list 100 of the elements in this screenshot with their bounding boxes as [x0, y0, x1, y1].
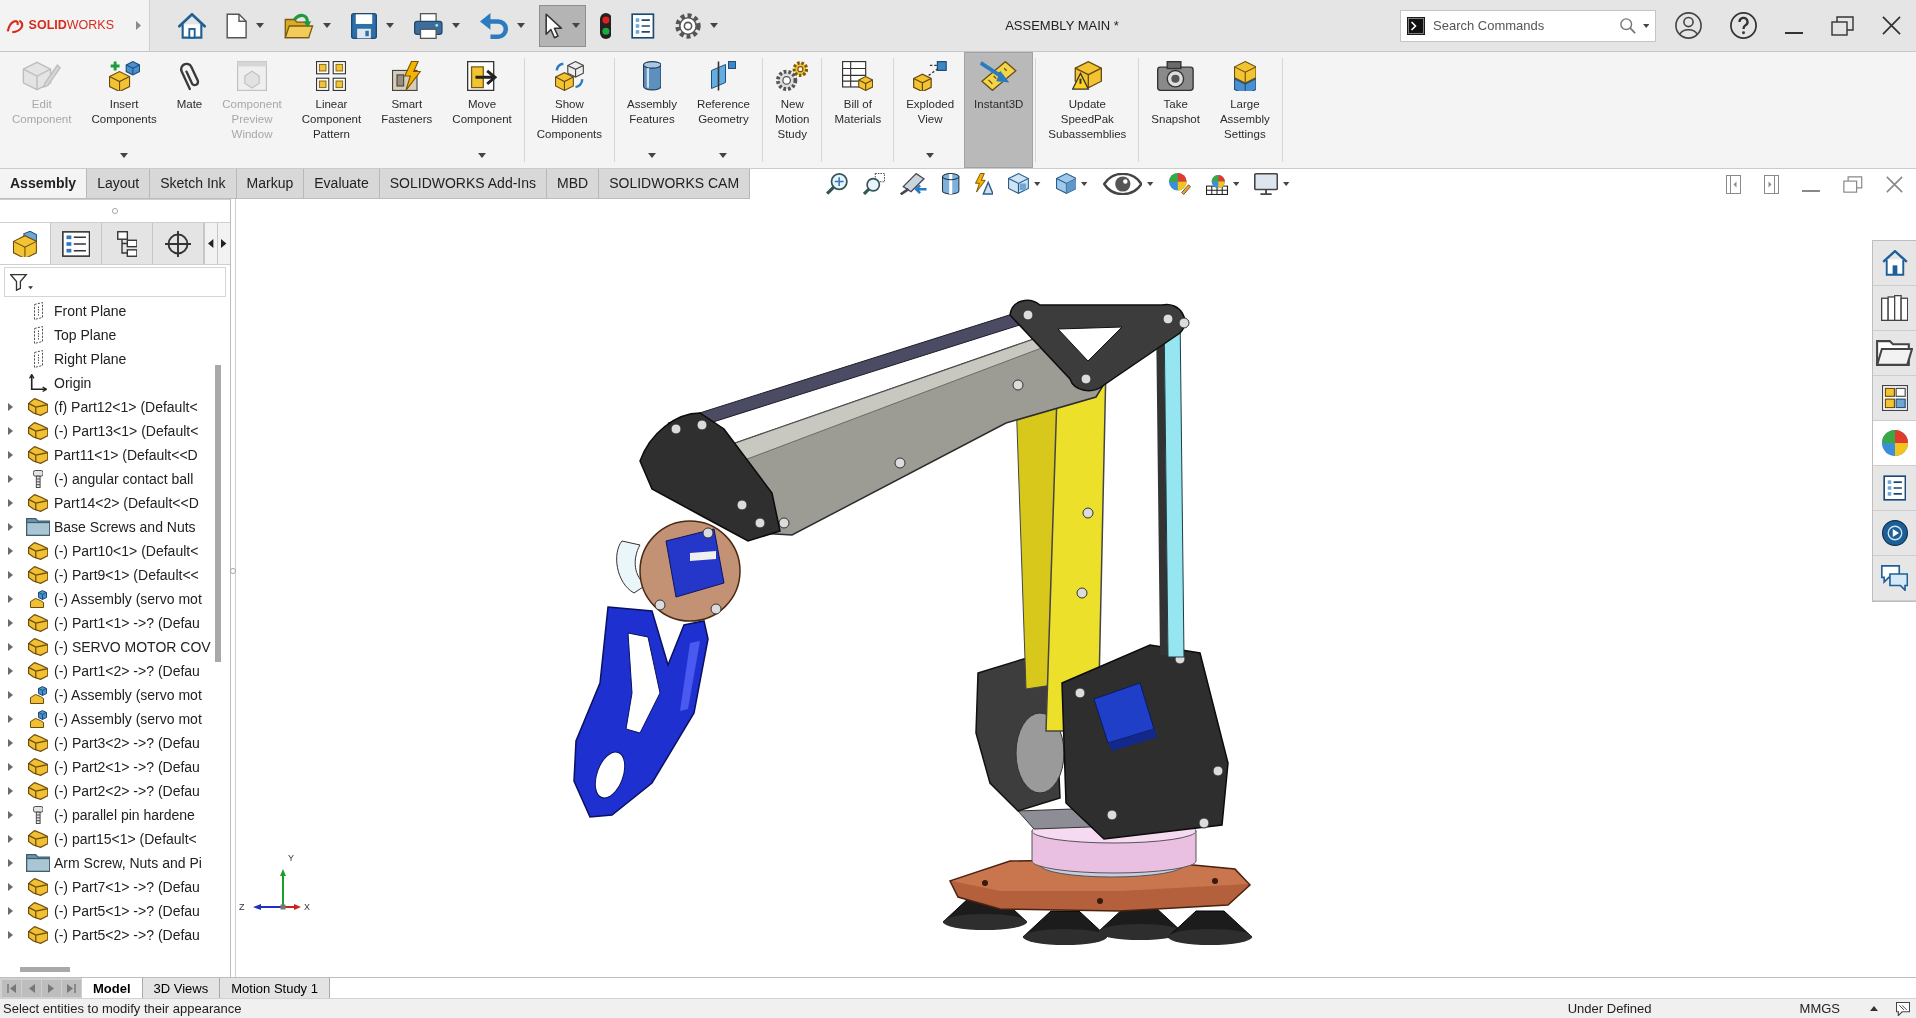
instant3d-button[interactable]: Instant3D	[964, 52, 1034, 168]
smart-fasteners-button[interactable]: Smart Fasteners	[371, 52, 443, 168]
tree-item[interactable]: (-) Assembly (servo mot	[54, 708, 202, 730]
scene-ball-button[interactable]	[1205, 173, 1240, 195]
motion-study-button[interactable]: New Motion Study	[764, 52, 820, 168]
expand-arrow-icon[interactable]	[8, 859, 13, 867]
expand-arrow-icon[interactable]	[8, 739, 13, 747]
linear-pattern-button[interactable]: Linear Component Pattern	[291, 52, 372, 168]
color-ball-pencil-button[interactable]	[1168, 173, 1191, 195]
caret-up-icon[interactable]	[1870, 1006, 1878, 1011]
expand-arrow-icon[interactable]	[8, 643, 13, 651]
tree-item[interactable]: (-) angular contact ball	[54, 468, 194, 490]
tree-item[interactable]: (-) Assembly (servo mot	[54, 684, 202, 706]
splitter-handle-icon[interactable]	[230, 568, 236, 574]
restore-icon[interactable]	[1843, 175, 1863, 193]
tree-item[interactable]: (-) Part7<1> ->? (Defau	[54, 876, 200, 898]
expand-arrow-icon[interactable]	[8, 883, 13, 891]
minimize-icon[interactable]	[1785, 31, 1803, 34]
telescope-arrow-button[interactable]	[900, 173, 928, 195]
mate-button[interactable]: Mate	[166, 52, 213, 168]
menu-arrow-icon[interactable]	[136, 21, 141, 30]
tree-item[interactable]: (-) Part1<2> ->? (Defau	[54, 660, 200, 682]
show-hidden-button[interactable]: Show Hidden Components	[526, 52, 613, 168]
tree-item[interactable]: (-) parallel pin hardene	[54, 804, 195, 826]
expand-arrow-icon[interactable]	[8, 427, 13, 435]
tree-item[interactable]: (-) Part10<1> (Default<	[54, 540, 199, 562]
expand-arrow-icon[interactable]	[8, 475, 13, 483]
reference-geometry-button[interactable]: Reference Geometry	[686, 52, 760, 168]
tree-item[interactable]: Part14<2> (Default<<D	[54, 492, 199, 514]
appearances-tab[interactable]	[1873, 421, 1916, 466]
view-cube-button[interactable]	[1008, 173, 1041, 195]
expand-arrow-icon[interactable]	[8, 571, 13, 579]
snapshot-button[interactable]: Take Snapshot	[1141, 52, 1210, 168]
tree-item[interactable]: (-) Assembly (servo mot	[54, 588, 202, 610]
expand-arrow-icon[interactable]	[8, 547, 13, 555]
large-assembly-button[interactable]: Large Assembly Settings	[1209, 52, 1280, 168]
tree-item[interactable]: Origin	[54, 372, 92, 394]
expand-arrow-icon[interactable]	[8, 811, 13, 819]
filter-field[interactable]	[4, 267, 226, 297]
move-component-button[interactable]: Move Component	[442, 52, 522, 168]
expand-arrow-icon[interactable]	[8, 451, 13, 459]
expand-arrow-icon[interactable]	[8, 763, 13, 771]
expand-arrow-icon[interactable]	[8, 691, 13, 699]
tree-item[interactable]: (-) Part5<1> ->? (Defau	[54, 900, 200, 922]
search-field[interactable]: Search Commands	[1400, 9, 1656, 42]
section-view-button[interactable]	[942, 173, 960, 195]
speech-bubble-icon[interactable]	[1896, 1001, 1910, 1016]
zoom-fit-button[interactable]	[826, 173, 849, 195]
monitor-button[interactable]	[1254, 173, 1290, 195]
tree-item[interactable]: (-) Part9<1> (Default<<	[54, 564, 199, 586]
expand-arrow-icon[interactable]	[8, 835, 13, 843]
user-icon[interactable]	[1675, 12, 1702, 39]
feature-manager-tab[interactable]	[0, 223, 51, 264]
expand-arrow-icon[interactable]	[8, 523, 13, 531]
tree-item[interactable]: Right Plane	[54, 348, 127, 370]
expand-arrow-icon[interactable]	[8, 403, 13, 411]
tree-item[interactable]: (-) Part3<2> ->? (Defau	[54, 732, 200, 754]
tree-item[interactable]: (-) part15<1> (Default<	[54, 828, 197, 850]
tree-item[interactable]: (-) Part2<1> ->? (Defau	[54, 756, 200, 778]
close-icon[interactable]	[1882, 16, 1901, 35]
expand-arrow-icon[interactable]	[8, 715, 13, 723]
tile-right-icon[interactable]	[1764, 174, 1780, 194]
assembly-features-button[interactable]: Assembly Features	[617, 52, 687, 168]
shaded-cube-button[interactable]	[1055, 173, 1088, 195]
tree-item[interactable]: Top Plane	[54, 324, 117, 346]
exploded-view-button[interactable]: Exploded View	[896, 52, 965, 168]
expand-arrow-icon[interactable]	[8, 619, 13, 627]
eye-button[interactable]	[1102, 173, 1154, 195]
tree-item[interactable]: (-) Part5<2> ->? (Defau	[54, 924, 200, 946]
tree-item[interactable]: Base Screws and Nuts	[54, 516, 196, 538]
search-icon[interactable]	[1620, 17, 1636, 34]
expand-arrow-icon[interactable]	[8, 931, 13, 939]
restore-icon[interactable]	[1831, 15, 1854, 36]
help-icon[interactable]	[1730, 12, 1757, 39]
expand-arrow-icon[interactable]	[8, 907, 13, 915]
scrollbar-thumb[interactable]	[215, 365, 221, 662]
tree-item[interactable]: Arm Screw, Nuts and Pi	[54, 852, 202, 874]
tree-item[interactable]: Part11<1> (Default<<D	[54, 444, 198, 466]
command-tab[interactable]: Assembly	[0, 169, 88, 198]
expand-arrow-icon[interactable]	[8, 787, 13, 795]
scroll-left-button[interactable]	[204, 223, 217, 264]
zoom-area-button[interactable]	[863, 173, 886, 195]
tree-item[interactable]: (-) Part2<2> ->? (Defau	[54, 780, 200, 802]
select-button[interactable]	[538, 4, 586, 47]
tile-left-icon[interactable]	[1726, 174, 1742, 194]
tree-item[interactable]: (f) Part12<1> (Default<	[54, 396, 198, 418]
caret-icon[interactable]	[1642, 23, 1649, 28]
tree-item[interactable]: Front Plane	[54, 300, 127, 322]
expand-arrow-icon[interactable]	[8, 595, 13, 603]
bill-of-materials-button[interactable]: Bill of Materials	[824, 52, 892, 168]
lightning-button[interactable]	[974, 173, 994, 195]
expand-arrow-icon[interactable]	[8, 499, 13, 507]
scroll-right-button[interactable]	[217, 223, 230, 264]
speedpak-button[interactable]: Update SpeedPak Subassemblies	[1038, 52, 1137, 168]
tree-item[interactable]: (-) Part1<1> ->? (Defau	[54, 612, 200, 634]
bottom-tab[interactable]: 3D Views	[142, 978, 221, 998]
bottom-tab[interactable]: Motion Study 1	[220, 978, 330, 998]
tree-item[interactable]: (-) Part13<1> (Default<	[54, 420, 199, 442]
expand-arrow-icon[interactable]	[8, 667, 13, 675]
insert-components-button[interactable]: Insert Components	[81, 52, 167, 168]
